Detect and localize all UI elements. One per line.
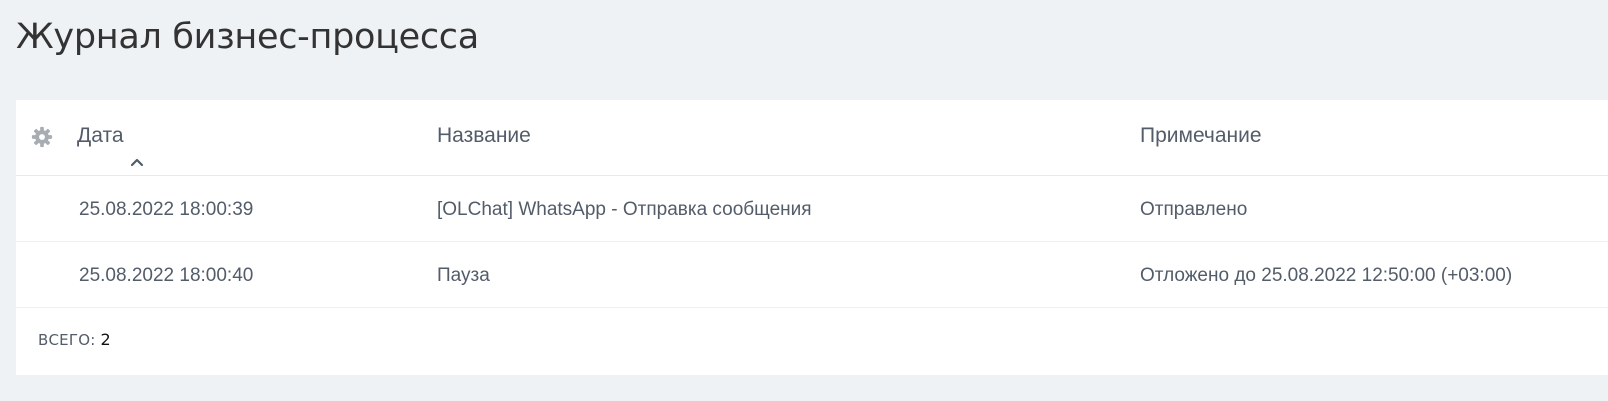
gear-icon[interactable] — [31, 126, 53, 148]
chevron-up-icon — [130, 127, 144, 167]
process-log-grid: Дата Название Примечание 25.08.2022 18:0… — [16, 100, 1608, 375]
cell-note: Отложено до 25.08.2022 12:50:00 (+03:00) — [1140, 265, 1513, 286]
cell-note: Отправлено — [1140, 199, 1248, 220]
table-row[interactable]: 25.08.2022 18:00:39 [OLChat] WhatsApp - … — [16, 176, 1608, 242]
grid-header: Дата Название Примечание — [16, 100, 1608, 176]
column-header-date-label: Дата — [77, 124, 124, 147]
cell-name: Пауза — [437, 265, 490, 286]
column-header-date[interactable]: Дата — [77, 100, 144, 175]
total-label: Всего: — [38, 331, 96, 349]
page-title: Журнал бизнес-процесса — [16, 17, 479, 57]
cell-date: 25.08.2022 18:00:39 — [79, 199, 254, 220]
total-count: 2 — [100, 330, 111, 349]
column-header-note[interactable]: Примечание — [1140, 100, 1262, 175]
grid-footer: Всего: 2 — [38, 330, 111, 349]
column-header-name[interactable]: Название — [437, 100, 531, 175]
table-row[interactable]: 25.08.2022 18:00:40 Пауза Отложено до 25… — [16, 242, 1608, 308]
cell-name: [OLChat] WhatsApp - Отправка сообщения — [437, 199, 812, 220]
cell-date: 25.08.2022 18:00:40 — [79, 265, 254, 286]
